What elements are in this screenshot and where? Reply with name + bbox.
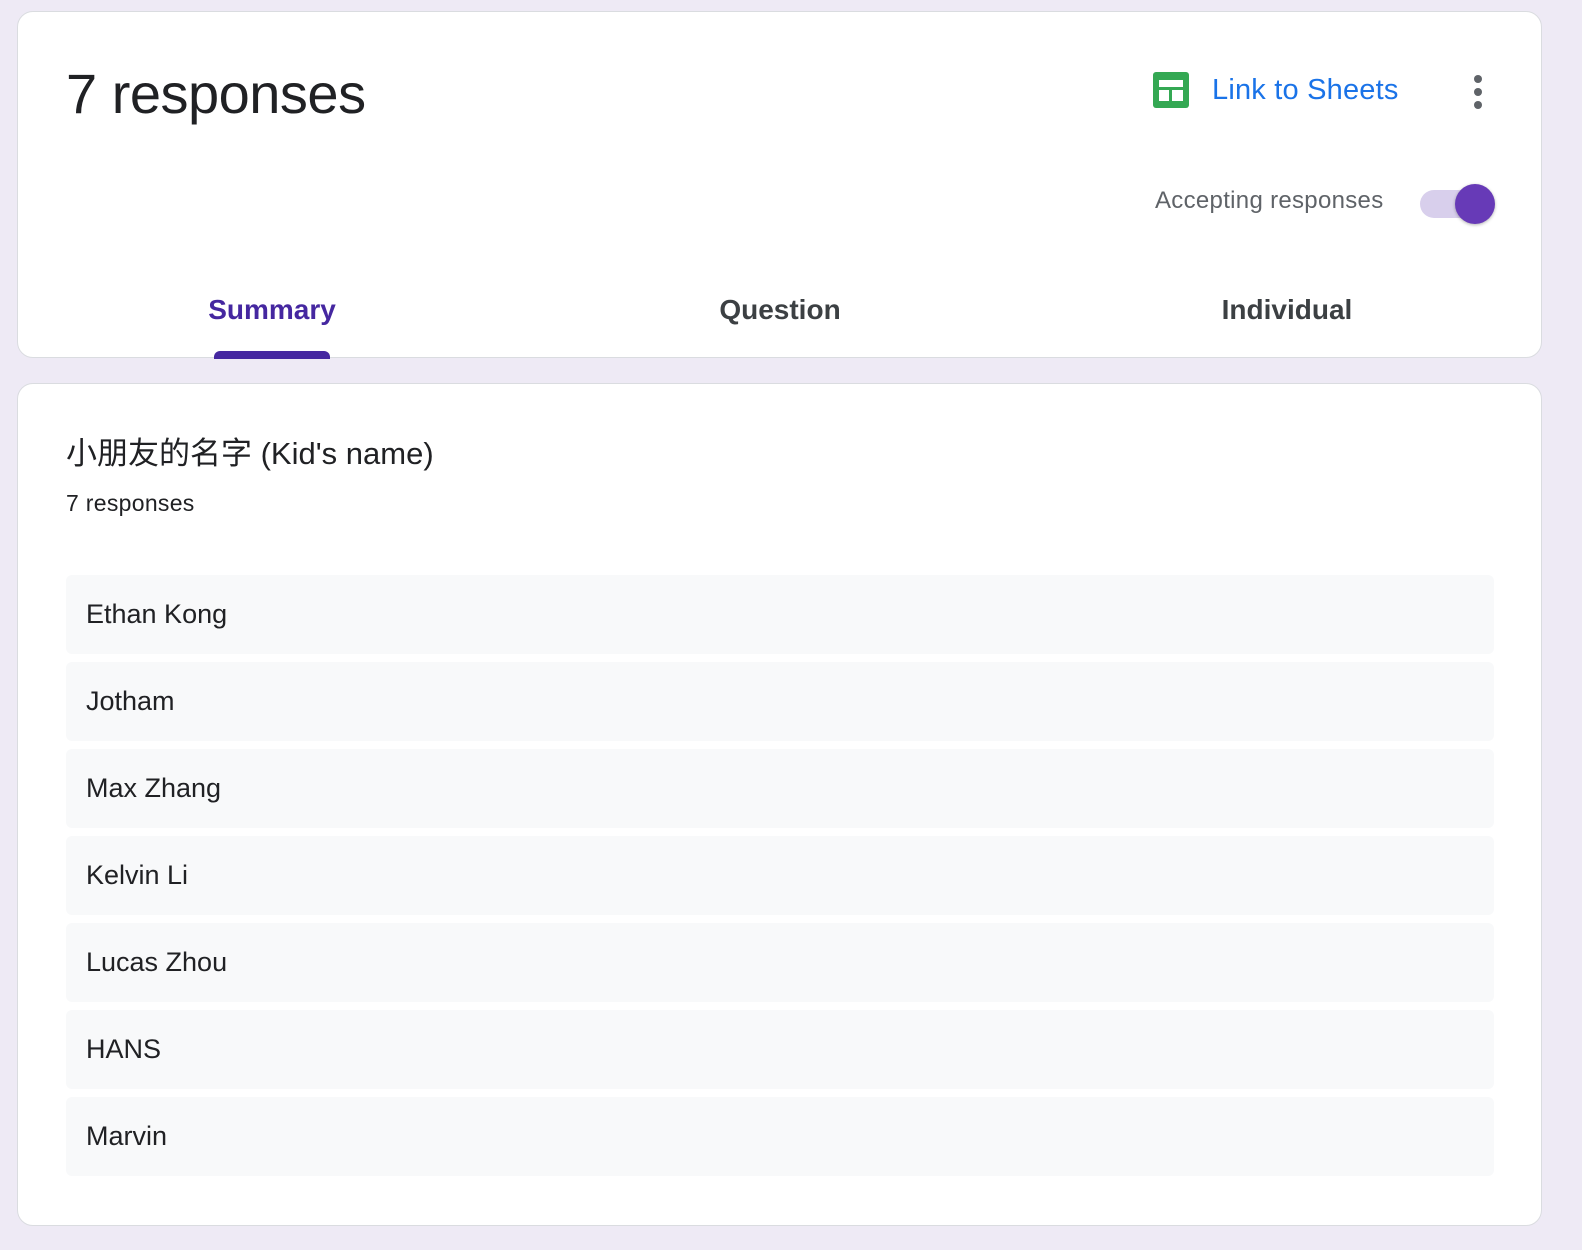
tab-individual[interactable]: Individual bbox=[1222, 294, 1353, 326]
tab-question[interactable]: Question bbox=[719, 294, 840, 326]
question-title: 小朋友的名字 (Kid's name) bbox=[66, 436, 434, 471]
toggle-thumb bbox=[1455, 184, 1495, 224]
response-item: Jotham bbox=[66, 662, 1494, 741]
more-options-icon[interactable] bbox=[1458, 70, 1498, 114]
response-item: Marvin bbox=[66, 1097, 1494, 1176]
link-to-sheets-button[interactable]: Link to Sheets bbox=[1152, 71, 1399, 109]
response-list: Ethan Kong Jotham Max Zhang Kelvin Li Lu… bbox=[66, 575, 1494, 1184]
google-sheets-icon bbox=[1153, 72, 1189, 108]
tab-summary[interactable]: Summary bbox=[208, 294, 336, 326]
response-item: Max Zhang bbox=[66, 749, 1494, 828]
response-item: Kelvin Li bbox=[66, 836, 1494, 915]
accepting-responses-toggle[interactable] bbox=[1420, 184, 1495, 224]
response-item: Ethan Kong bbox=[66, 575, 1494, 654]
responses-header-card: 7 responses Link to Sheets Accepting res… bbox=[17, 11, 1542, 359]
page-title: 7 responses bbox=[66, 62, 366, 125]
link-to-sheets-label: Link to Sheets bbox=[1212, 73, 1399, 106]
response-tabs: Summary Question Individual bbox=[18, 282, 1541, 359]
response-item: Lucas Zhou bbox=[66, 923, 1494, 1002]
active-tab-indicator bbox=[214, 351, 330, 359]
question-response-count: 7 responses bbox=[66, 490, 195, 516]
accepting-responses-label: Accepting responses bbox=[1155, 187, 1384, 214]
response-item: HANS bbox=[66, 1010, 1494, 1089]
question-summary-card: 小朋友的名字 (Kid's name) 7 responses Ethan Ko… bbox=[17, 383, 1542, 1226]
